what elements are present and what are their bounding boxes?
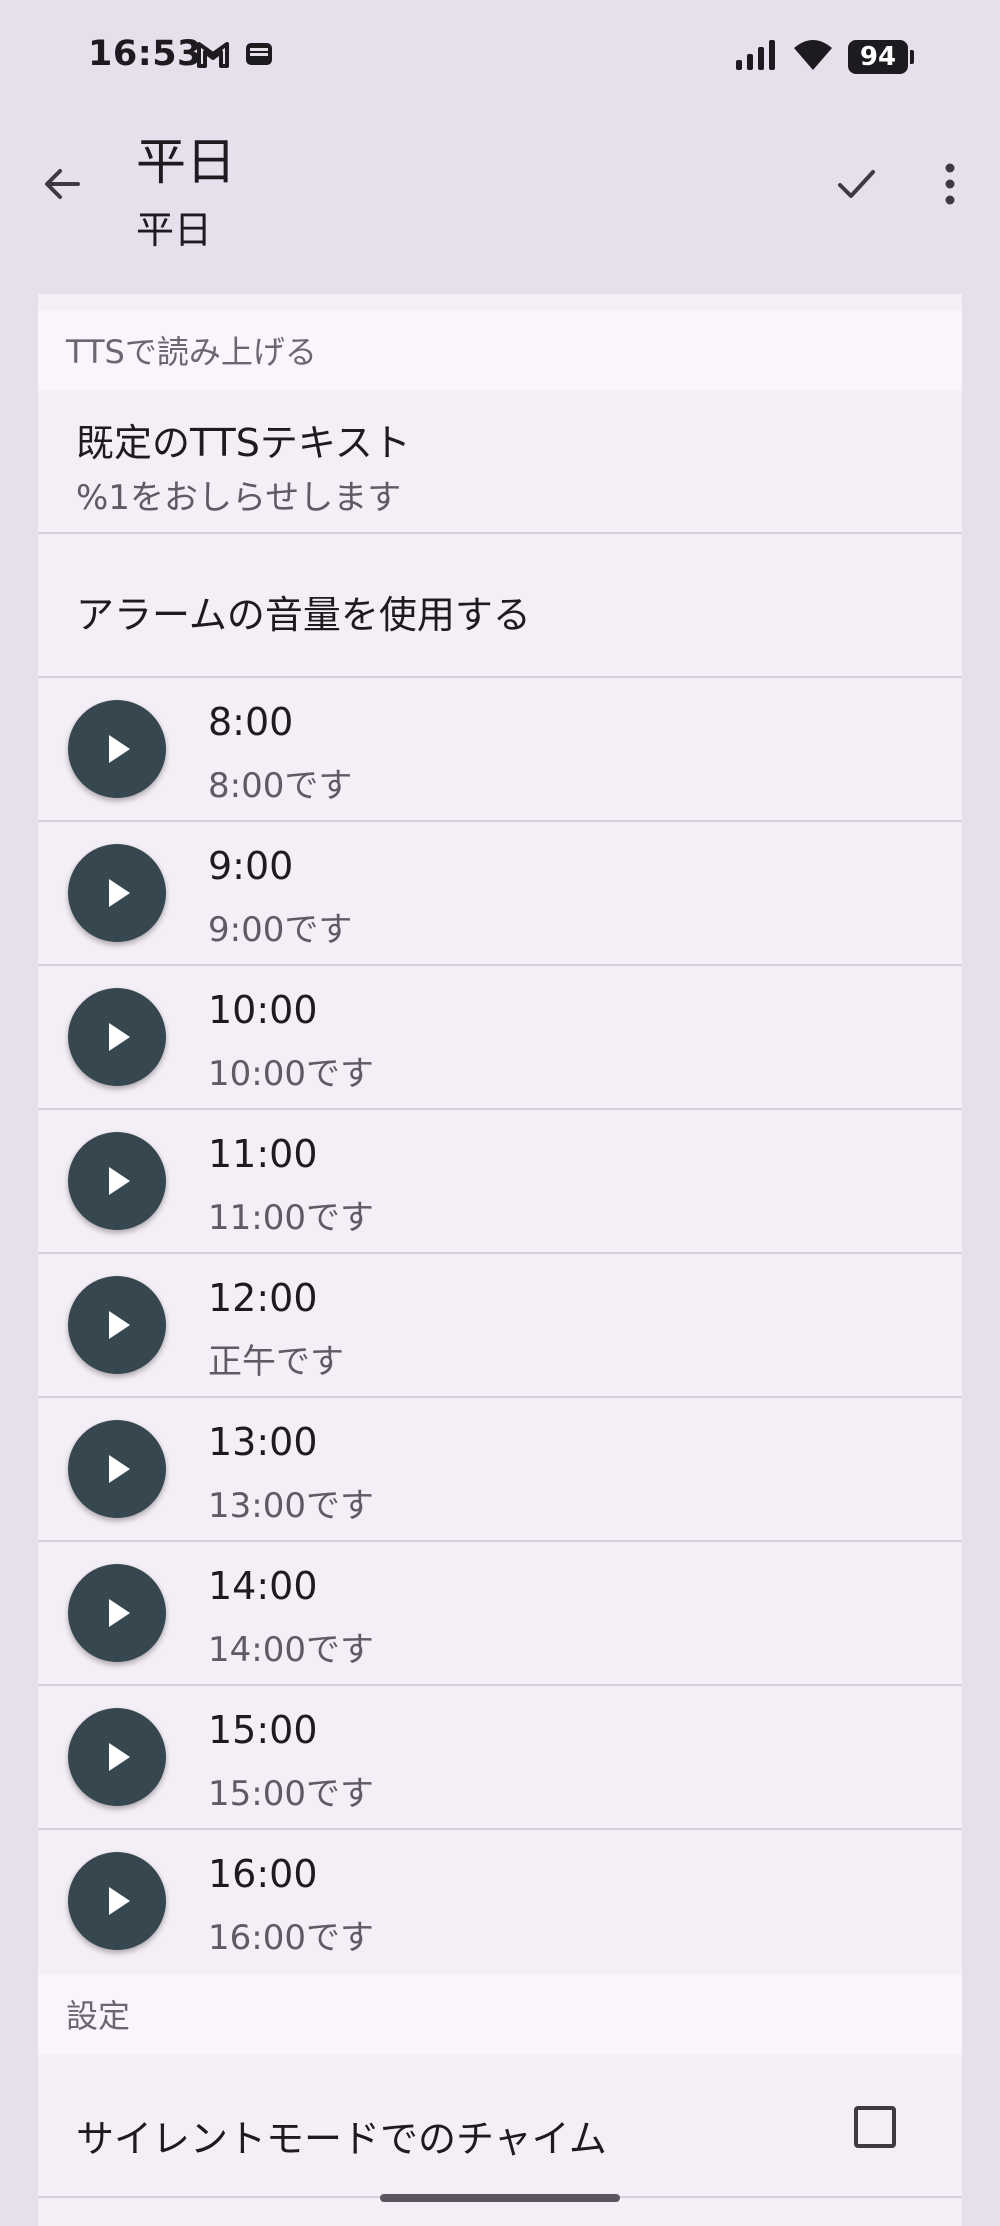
page-subtitle: 平日 bbox=[136, 208, 213, 252]
play-icon bbox=[109, 1455, 130, 1483]
play-icon bbox=[109, 1023, 130, 1051]
more-vert-icon bbox=[944, 162, 956, 210]
time-label: 11:00 bbox=[208, 1132, 318, 1176]
status-icons-left bbox=[196, 40, 274, 74]
time-speech-text: 9:00です bbox=[208, 910, 353, 950]
back-button[interactable] bbox=[30, 154, 94, 218]
save-button[interactable] bbox=[822, 152, 890, 220]
play-button[interactable] bbox=[68, 1132, 166, 1230]
section-header-tts: TTSで読み上げる bbox=[38, 310, 962, 390]
time-label: 12:00 bbox=[208, 1276, 318, 1320]
status-icons-right: 94 bbox=[734, 38, 914, 76]
silent-mode-chime-item[interactable]: サイレントモードでのチャイム bbox=[38, 2054, 962, 2198]
play-icon bbox=[109, 1311, 130, 1339]
default-tts-text-value: %1をおしらせします bbox=[76, 478, 402, 518]
play-button[interactable] bbox=[68, 1420, 166, 1518]
status-bar: 16:53 94 bbox=[0, 0, 1000, 110]
time-label: 8:00 bbox=[208, 700, 294, 744]
time-announcement-item[interactable]: 16:00 16:00です bbox=[38, 1830, 962, 1974]
battery-level: 94 bbox=[848, 40, 908, 74]
play-button[interactable] bbox=[68, 1564, 166, 1662]
time-announcement-item[interactable]: 10:00 10:00です bbox=[38, 966, 962, 1110]
status-time: 16:53 bbox=[88, 34, 202, 74]
time-list: 8:00 8:00です 9:00 9:00です 10:00 10:00です 11:00 11:… bbox=[38, 678, 962, 1974]
play-icon bbox=[109, 879, 130, 907]
wifi-icon bbox=[792, 38, 834, 76]
time-speech-text: 11:00です bbox=[208, 1198, 374, 1238]
arrow-back-icon bbox=[40, 162, 84, 210]
time-announcement-item[interactable]: 14:00 14:00です bbox=[38, 1542, 962, 1686]
time-announcement-item[interactable]: 13:00 13:00です bbox=[38, 1398, 962, 1542]
play-icon bbox=[109, 1743, 130, 1771]
time-label: 14:00 bbox=[208, 1564, 318, 1608]
default-tts-text-item[interactable]: 既定のTTSテキスト %1をおしらせします bbox=[38, 390, 962, 534]
play-icon bbox=[109, 735, 130, 763]
time-announcement-item[interactable]: 15:00 15:00です bbox=[38, 1686, 962, 1830]
battery-tip bbox=[910, 50, 914, 64]
time-speech-text: 16:00です bbox=[208, 1918, 374, 1958]
time-label: 13:00 bbox=[208, 1420, 318, 1464]
gmail-icon bbox=[196, 40, 230, 74]
time-speech-text: 8:00です bbox=[208, 766, 353, 806]
settings-list[interactable]: TTSで読み上げる 既定のTTSテキスト %1をおしらせします アラームの音量を… bbox=[38, 294, 962, 2226]
time-speech-text: 10:00です bbox=[208, 1054, 374, 1094]
time-speech-text: 13:00です bbox=[208, 1486, 374, 1526]
time-speech-text: 正午です bbox=[208, 1342, 344, 1382]
play-button[interactable] bbox=[68, 700, 166, 798]
time-label: 9:00 bbox=[208, 844, 294, 888]
default-tts-text-label: 既定のTTSテキスト bbox=[76, 421, 411, 465]
wallet-icon bbox=[244, 40, 274, 74]
battery-icon: 94 bbox=[848, 40, 914, 74]
signal-icon bbox=[734, 38, 778, 76]
play-button[interactable] bbox=[68, 1708, 166, 1806]
time-announcement-item[interactable]: 11:00 11:00です bbox=[38, 1110, 962, 1254]
play-icon bbox=[109, 1599, 130, 1627]
play-button[interactable] bbox=[68, 1852, 166, 1950]
time-speech-text: 14:00です bbox=[208, 1630, 374, 1670]
time-speech-text: 15:00です bbox=[208, 1774, 374, 1814]
time-announcement-item[interactable]: 8:00 8:00です bbox=[38, 678, 962, 822]
page-title: 平日 bbox=[136, 133, 236, 191]
section-header-settings: 設定 bbox=[38, 1974, 962, 2054]
play-button[interactable] bbox=[68, 844, 166, 942]
app-bar: 平日 平日 bbox=[0, 110, 1000, 290]
silent-mode-chime-label: サイレントモードでのチャイム bbox=[76, 2117, 607, 2161]
time-label: 10:00 bbox=[208, 988, 318, 1032]
use-alarm-volume-label: アラームの音量を使用する bbox=[76, 593, 531, 637]
play-button[interactable] bbox=[68, 1276, 166, 1374]
time-announcement-item[interactable]: 12:00 正午です bbox=[38, 1254, 962, 1398]
time-label: 16:00 bbox=[208, 1852, 318, 1896]
use-alarm-volume-item[interactable]: アラームの音量を使用する bbox=[38, 534, 962, 678]
list-top-strip bbox=[38, 294, 962, 310]
time-label: 15:00 bbox=[208, 1708, 318, 1752]
silent-mode-chime-checkbox[interactable] bbox=[854, 2106, 896, 2148]
play-icon bbox=[109, 1887, 130, 1915]
play-icon bbox=[109, 1167, 130, 1195]
time-announcement-item[interactable]: 9:00 9:00です bbox=[38, 822, 962, 966]
check-icon bbox=[834, 162, 878, 210]
play-button[interactable] bbox=[68, 988, 166, 1086]
gesture-navigation-bar[interactable] bbox=[380, 2194, 620, 2202]
more-options-button[interactable] bbox=[920, 152, 980, 220]
